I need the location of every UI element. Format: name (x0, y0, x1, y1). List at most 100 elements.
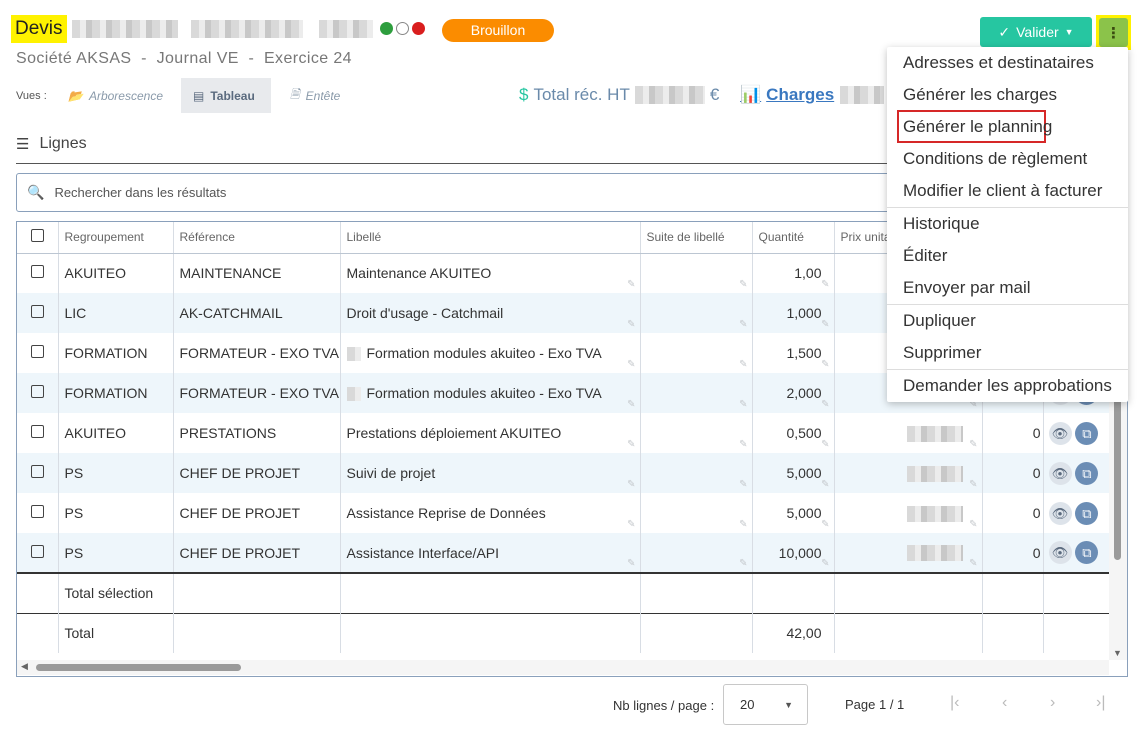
table-row[interactable]: AKUITEO PRESTATIONS Prestations déploiemen… (17, 413, 1111, 453)
cell-regroupement: PS (58, 493, 174, 533)
view-tableau-label: Tableau (210, 88, 255, 103)
menu-item-generer-charges[interactable]: Générer les charges (887, 79, 1128, 111)
redacted-client-name-2 (191, 20, 303, 38)
row-checkbox[interactable] (30, 345, 44, 358)
row-select-cell[interactable] (17, 253, 59, 293)
view-entete-label: Entête (305, 88, 341, 103)
eye-icon[interactable]: 👁 (1048, 461, 1072, 485)
edit-icon[interactable]: ✎ (821, 439, 829, 450)
row-select-cell[interactable] (17, 333, 59, 373)
edit-icon[interactable]: ✎ (739, 359, 747, 370)
redacted-amount (634, 86, 705, 104)
edit-icon[interactable]: ✎ (739, 439, 747, 450)
cell-regroupement: FORMATION (58, 373, 174, 413)
row-checkbox[interactable] (30, 465, 44, 478)
col-quantite[interactable]: Quantité (752, 222, 835, 254)
eye-icon[interactable]: 👁 (1048, 541, 1072, 564)
row-checkbox[interactable] (30, 505, 44, 518)
redacted-charges-amount (840, 86, 884, 104)
edit-icon[interactable]: ✎ (627, 399, 635, 410)
menu-item-dupliquer[interactable]: Dupliquer (887, 305, 1128, 337)
row-checkbox[interactable] (30, 265, 44, 279)
table-row[interactable]: PS CHEF DE PROJET Assistance Reprise de Do… (17, 493, 1111, 533)
edit-icon[interactable]: ✎ (969, 439, 977, 450)
edit-icon[interactable]: ✎ (739, 558, 747, 569)
col-suite-libelle[interactable]: Suite de libellé (640, 222, 753, 254)
row-checkbox[interactable] (30, 385, 44, 398)
cell-suite-libelle: ✎ (640, 333, 753, 373)
edit-icon[interactable]: ✎ (821, 319, 829, 330)
row-checkbox[interactable] (30, 305, 44, 318)
edit-icon[interactable]: ✎ (627, 558, 635, 569)
horizontal-scrollbar-thumb[interactable] (36, 664, 241, 671)
section-header: ☰ Lignes (16, 135, 87, 153)
col-reference[interactable]: Référence (173, 222, 341, 254)
edit-icon[interactable]: ✎ (627, 479, 635, 490)
valider-button[interactable]: ✓ Valider ▼ (980, 17, 1092, 47)
edit-icon[interactable]: ✎ (821, 279, 829, 290)
edit-icon[interactable]: ✎ (627, 319, 635, 330)
charges-link[interactable]: 📊 Charges (740, 85, 834, 105)
last-page-icon[interactable]: ›| (1096, 694, 1105, 712)
eye-icon[interactable]: 👁 (1048, 421, 1072, 445)
edit-icon[interactable]: ✎ (739, 319, 747, 330)
edit-icon[interactable]: ✎ (821, 519, 829, 530)
menu-item-adresses[interactable]: Adresses et destinataires (887, 47, 1128, 79)
col-libelle[interactable]: Libellé (340, 222, 641, 254)
duplicate-icon[interactable]: ⧉ (1075, 501, 1099, 525)
row-select-cell[interactable] (17, 413, 59, 453)
scroll-left-arrow-icon[interactable]: ◀ (21, 661, 28, 672)
duplicate-icon[interactable]: ⧉ (1075, 461, 1099, 485)
edit-icon[interactable]: ✎ (969, 519, 977, 530)
row-select-cell[interactable] (17, 493, 59, 533)
cell-reference: FORMATEUR - EXO TVA (173, 373, 341, 413)
row-checkbox[interactable] (30, 544, 44, 558)
edit-icon[interactable]: ✎ (821, 479, 829, 490)
scroll-down-arrow-icon[interactable]: ▼ (1113, 648, 1122, 658)
next-page-icon[interactable]: › (1050, 694, 1055, 712)
menu-item-demander-approbations[interactable]: Demander les approbations (887, 370, 1128, 402)
more-actions-button[interactable]: ⋮ (1096, 15, 1131, 50)
menu-item-supprimer[interactable]: Supprimer (887, 337, 1128, 369)
menu-item-generer-planning[interactable]: Générer le planning (887, 111, 1128, 143)
edit-icon[interactable]: ✎ (739, 519, 747, 530)
row-checkbox[interactable] (30, 425, 44, 438)
edit-icon[interactable]: ✎ (627, 359, 635, 370)
menu-item-editer[interactable]: Éditer (887, 240, 1128, 272)
edit-icon[interactable]: ✎ (739, 279, 747, 290)
menu-item-modifier-client[interactable]: Modifier le client à facturer (887, 175, 1128, 207)
lines-per-page-select[interactable]: 20 ▼ (723, 684, 808, 725)
row-select-cell[interactable] (17, 293, 59, 333)
eye-icon[interactable]: 👁 (1048, 501, 1072, 525)
quantite-text: 1,000 (786, 305, 822, 321)
edit-icon[interactable]: ✎ (969, 558, 977, 569)
col-regroupement[interactable]: Regroupement (58, 222, 174, 254)
edit-icon[interactable]: ✎ (627, 439, 635, 450)
view-arborescence[interactable]: 📂 Arborescence (56, 78, 175, 113)
select-all-checkbox[interactable] (30, 229, 44, 243)
select-all-cell[interactable] (17, 222, 59, 254)
table-row[interactable]: PS CHEF DE PROJET Assistance Interface/API… (17, 533, 1111, 573)
edit-icon[interactable]: ✎ (969, 479, 977, 490)
menu-item-conditions-reglement[interactable]: Conditions de règlement (887, 143, 1128, 175)
edit-icon[interactable]: ✎ (821, 359, 829, 370)
view-entete[interactable]: 🗎 Entête (278, 78, 352, 113)
edit-icon[interactable]: ✎ (739, 399, 747, 410)
edit-icon[interactable]: ✎ (821, 399, 829, 410)
edit-icon[interactable]: ✎ (739, 479, 747, 490)
edit-icon[interactable]: ✎ (627, 279, 635, 290)
edit-icon[interactable]: ✎ (821, 558, 829, 569)
first-page-icon[interactable]: |‹ (950, 694, 959, 712)
duplicate-icon[interactable]: ⧉ (1075, 541, 1099, 564)
edit-icon[interactable]: ✎ (627, 519, 635, 530)
row-select-cell[interactable] (17, 533, 59, 573)
cell-suite-libelle: ✎ (640, 293, 753, 333)
view-tableau[interactable]: ▤ Tableau (181, 78, 271, 113)
menu-item-historique[interactable]: Historique (887, 208, 1128, 240)
row-select-cell[interactable] (17, 373, 59, 413)
table-row[interactable]: PS CHEF DE PROJET Suivi de projet ✎ ✎ 5,000 ✎ ✎… (17, 453, 1111, 493)
previous-page-icon[interactable]: ‹ (1002, 694, 1007, 712)
duplicate-icon[interactable]: ⧉ (1075, 421, 1099, 445)
menu-item-envoyer-mail[interactable]: Envoyer par mail (887, 272, 1128, 304)
row-select-cell[interactable] (17, 453, 59, 493)
